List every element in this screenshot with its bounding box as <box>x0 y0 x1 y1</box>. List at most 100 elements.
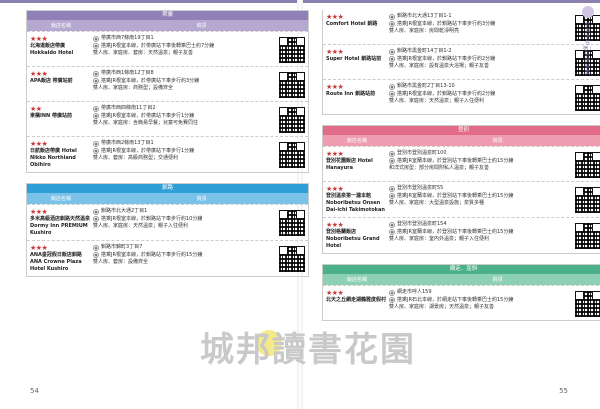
col-info: 資訊 <box>196 196 207 202</box>
book-spread: 帶廣 飯店名稱 資訊 ★★★ 北海道飯店帶廣 Hokkaido Hotel ● 帶廣… <box>0 0 600 409</box>
hotel-name: Route Inn 釧路站前 <box>326 91 376 97</box>
qr-code-icon[interactable] <box>575 291 600 317</box>
location-icon: ● <box>389 48 395 55</box>
hotel-features: 雙人房、家庭房：商務型；設備齊全 <box>93 85 174 91</box>
location-icon: ● <box>389 13 395 20</box>
hotel-address: 網走市呼人159 <box>397 289 432 295</box>
train-icon: ● <box>389 21 395 28</box>
col-hotel-name: 飯店名稱 <box>346 277 367 283</box>
hotel-address: 釧路市黒金町2丁目13-10 <box>397 83 455 89</box>
table-row: ★★★ 登別溫泉第一瀧本館 Noboribetsu Onsen Dai-ichi … <box>323 181 600 217</box>
star-rating: ★★★ <box>326 289 344 297</box>
hotel-name: ANA皇冠假日飯店釧路 ANA Crowne Plaza Hotel Kushi… <box>30 252 82 272</box>
train-icon: ● <box>389 158 395 165</box>
hotel-features: 雙人房、家庭房：設有溫泉大浴場；親子友善 <box>389 63 490 69</box>
star-rating: ★★★ <box>30 208 48 216</box>
location-icon: ● <box>389 83 395 90</box>
location-icon: ● <box>93 244 99 251</box>
location-icon: ● <box>93 105 99 112</box>
hotel-features: 雙人房、套房：高級商務型；交通便利 <box>93 155 179 161</box>
table-row: ★★★ 日航飯店帶廣 Hotel Nikko Northland Obihiro … <box>27 136 308 172</box>
hotel-address: 帶廣市西2條南13丁目1 <box>101 140 154 146</box>
location-icon: ● <box>93 35 99 42</box>
qr-code-icon[interactable] <box>575 187 600 213</box>
hotel-access: 搭乘JR石北本線，於網走站下車後轉乘巴士約15分鐘 <box>397 296 514 303</box>
star-rating: ★★★ <box>326 13 344 21</box>
hotel-address: 釧路市黒金町14丁目1-2 <box>397 48 452 54</box>
qr-code-icon[interactable] <box>279 246 305 272</box>
train-icon: ● <box>93 216 99 223</box>
hotel-name: APA飯店 帶廣站前 <box>30 78 73 84</box>
hotel-access: 搭乘JR根室本線，於帶廣站下車步行約3分鐘 <box>101 77 200 84</box>
table-header: 飯店名稱 資訊 <box>323 135 600 146</box>
hotel-access: 搭乘JR根室本線，於帶廣站下車步行1分鐘 <box>101 147 195 154</box>
hotel-name: 日航飯店帶廣 Hotel Nikko Northland Obihiro <box>30 148 77 168</box>
train-icon: ● <box>389 56 395 63</box>
qr-code-icon[interactable] <box>575 85 600 111</box>
right-page: ★★★ Comfort Hotel 釧路 ● 釧路市北大通13丁目1-1 ● 搭乘JR… <box>322 10 600 331</box>
train-icon: ● <box>389 91 395 98</box>
col-hotel-name: 飯店名稱 <box>50 23 71 29</box>
hotel-address: 釧路市北大通13丁目1-1 <box>397 13 452 19</box>
region-bar: 登別 <box>323 126 600 135</box>
table-obihiro: 帶廣 飯店名稱 資訊 ★★★ 北海道飯店帶廣 Hokkaido Hotel ● 帶廣… <box>26 10 309 173</box>
hotel-features: 和洋式房型：部分房間附私人溫泉；親子友善 <box>389 165 490 171</box>
star-rating: ★★★ <box>326 48 344 56</box>
qr-code-icon[interactable] <box>279 142 305 168</box>
hotel-name: Comfort Hotel 釧路 <box>326 21 378 27</box>
table-noboribetsu: 登別 飯店名稱 資訊 ★★★ 登別花園飯店 Hotel Hanayura ● 登別市… <box>322 125 600 254</box>
hotel-address: 登別市登別溫泉町55 <box>397 185 444 191</box>
qr-code-icon[interactable] <box>279 107 305 133</box>
hotel-features: 雙人房、家庭房：天然溫泉；親子入住便利 <box>389 98 485 104</box>
table-row: ★★★ 多米高級酒店釧路天然溫泉 Dormy Inn PREMIUM Kushir… <box>27 204 308 240</box>
col-hotel-name: 飯店名稱 <box>50 196 71 202</box>
qr-code-icon[interactable] <box>575 152 600 178</box>
hotel-name: 登別格蘭飯店 Noboribetsu Grand Hotel <box>326 229 380 249</box>
hotel-name: 登別溫泉第一瀧本館 Noboribetsu Onsen Dai-ichi Tak… <box>326 193 385 213</box>
hotel-access: 搭乘JR根室本線，於釧路站下車步行約2分鐘 <box>397 90 496 97</box>
table-row: ★★★ 登別格蘭飯店 Noboribetsu Grand Hotel ● 登別市登別… <box>323 217 600 253</box>
page-number-left: 54 <box>30 387 39 395</box>
col-info: 資訊 <box>196 23 207 29</box>
region-bar: 帶廣 <box>27 11 308 20</box>
hotel-features: 雙人房、家庭房：房間乾淨明亮 <box>389 28 460 34</box>
table-kushiro-right: ★★★ Comfort Hotel 釧路 ● 釧路市北大通13丁目1-1 ● 搭乘JR… <box>322 10 600 115</box>
region-bar: 釧路 <box>27 184 308 193</box>
hotel-features: 雙人房、家庭房：湖景房；天然溫泉；親子友善 <box>389 304 495 310</box>
qr-code-icon[interactable] <box>279 72 305 98</box>
location-icon: ● <box>93 208 99 215</box>
train-icon: ● <box>389 229 395 236</box>
table-row: ★★★ APA飯店 帶廣站前 ● 帶廣市西1條南12丁目8 ● 搭乘JR根室本線，於帶… <box>27 66 308 101</box>
star-rating: ★★★ <box>30 70 48 78</box>
hotel-address: 帶廣市西四條南11丁目2 <box>101 105 156 111</box>
star-rating: ★★★ <box>326 150 344 158</box>
table-row: ★★★ 北海道飯店帶廣 Hokkaido Hotel ● 帶廣市西7條南19丁目1 … <box>27 31 308 66</box>
location-icon: ● <box>389 185 395 192</box>
qr-code-icon[interactable] <box>279 37 305 63</box>
hotel-address: 登別市登別溫泉町100 <box>397 150 447 156</box>
table-row: ★★★ Route Inn 釧路站前 ● 釧路市黒金町2丁目13-10 ● 搭乘JR根… <box>323 79 600 114</box>
star-rating: ★★ <box>30 105 42 113</box>
hotel-access: 搭乘JR根室本線，於釧路站下車步行約15分鐘 <box>101 251 203 258</box>
star-rating: ★★★ <box>326 221 344 229</box>
location-icon: ● <box>93 140 99 147</box>
hotel-address: 帶廣市西7條南19丁目1 <box>101 35 154 41</box>
hotel-address: 釧路市北大通2丁目1 <box>101 208 148 214</box>
train-icon: ● <box>93 113 99 120</box>
hotel-name: 北天之丘網走湖鶴雅度假村 <box>326 297 387 303</box>
table-kushiro-left: 釧路 飯店名稱 資訊 ★★★ 多米高級酒店釧路天然溫泉 Dormy Inn PRE… <box>26 183 309 277</box>
hotel-address: 登別市登別溫泉町154 <box>397 221 447 227</box>
qr-code-icon[interactable] <box>279 210 305 236</box>
location-icon: ● <box>389 221 395 228</box>
qr-code-icon[interactable] <box>575 223 600 249</box>
star-rating: ★★★ <box>326 83 344 91</box>
location-icon: ● <box>93 70 99 77</box>
hotel-features: 雙人房、家庭房、套房：天然溫泉；親子友善 <box>93 50 194 56</box>
region-title: 帶廣 <box>161 12 173 18</box>
table-row: ★★★ 北天之丘網走湖鶴雅度假村 ● 網走市呼人159 ● 搭乘JR石北本線，於網走站… <box>323 285 600 320</box>
train-icon: ● <box>93 78 99 85</box>
table-row: ★★★ Super Hotel 釧路站前 ● 釧路市黒金町14丁目1-2 ● 搭乘JR… <box>323 44 600 79</box>
page-number-right: 55 <box>559 387 568 395</box>
location-icon: ● <box>389 289 395 296</box>
table-row: ★★★ Comfort Hotel 釧路 ● 釧路市北大通13丁目1-1 ● 搭乘JR… <box>323 10 600 44</box>
